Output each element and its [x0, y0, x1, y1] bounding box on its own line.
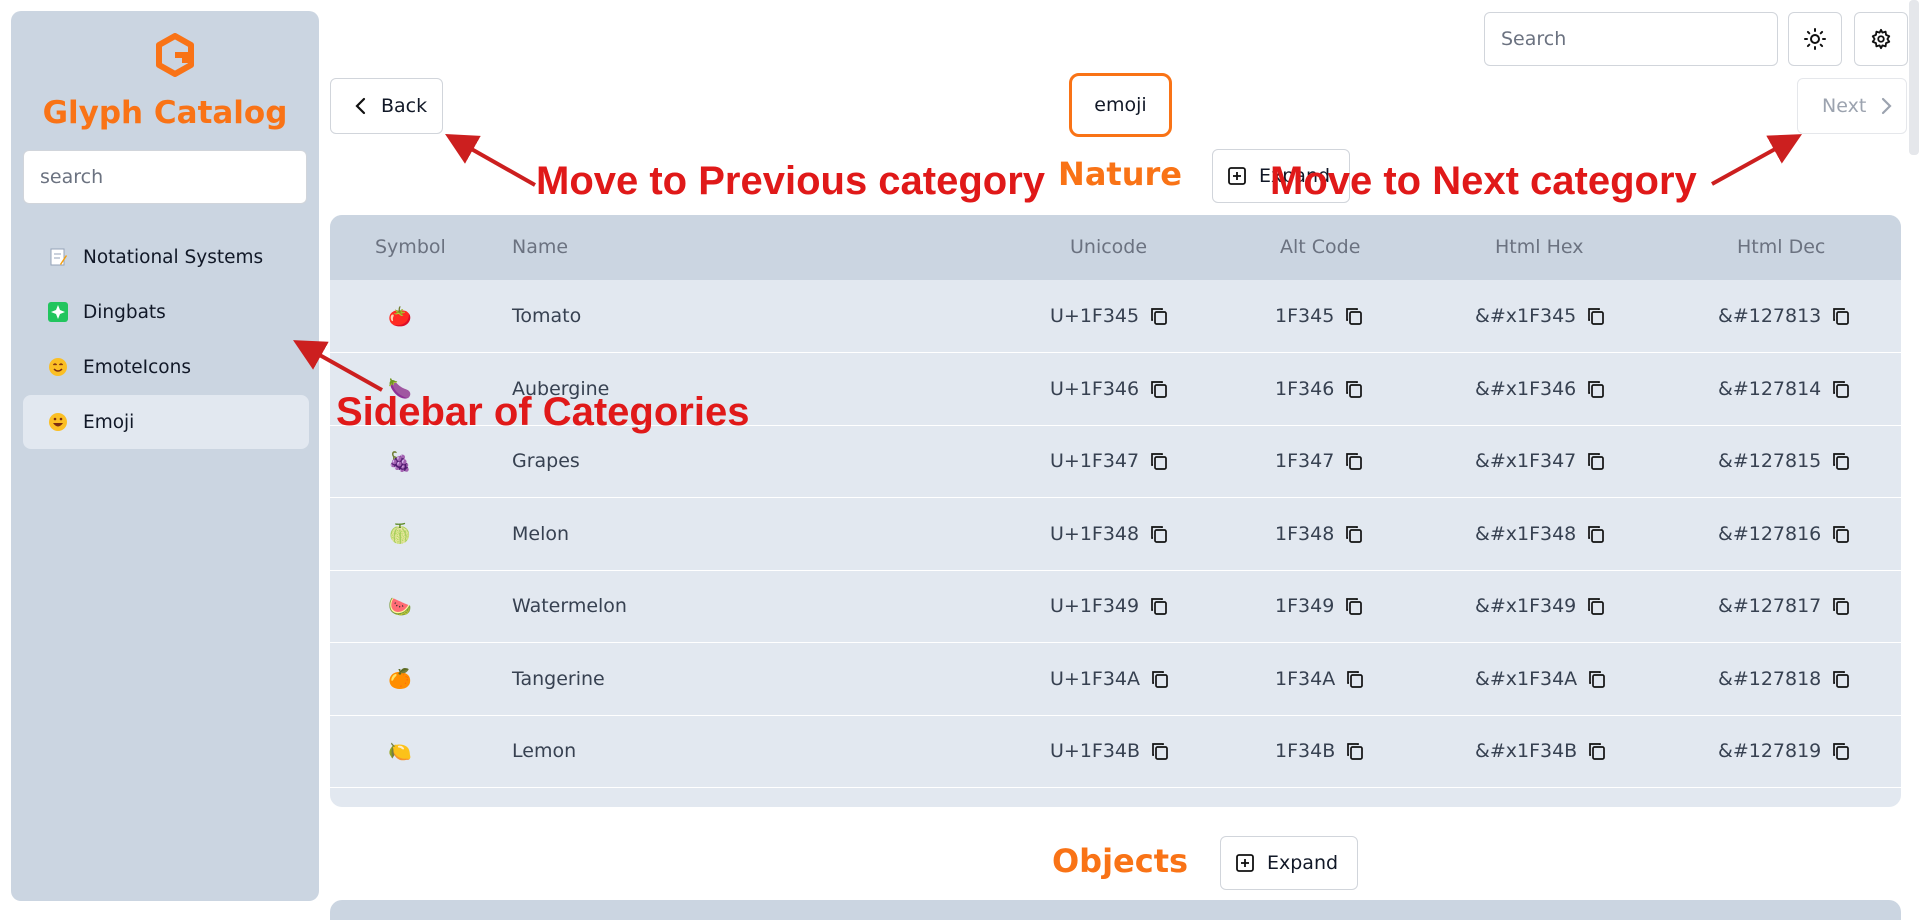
arrow-to-sidebar — [293, 340, 383, 392]
annotation-next-category: Move to Next category — [1270, 159, 1697, 203]
annotation-prev-category: Move to Previous category — [536, 159, 1046, 203]
annotation-sidebar: Sidebar of Categories — [336, 390, 750, 434]
arrow-to-next — [1711, 134, 1802, 186]
arrow-to-back — [445, 134, 536, 187]
annotation-arrows — [293, 134, 1802, 392]
